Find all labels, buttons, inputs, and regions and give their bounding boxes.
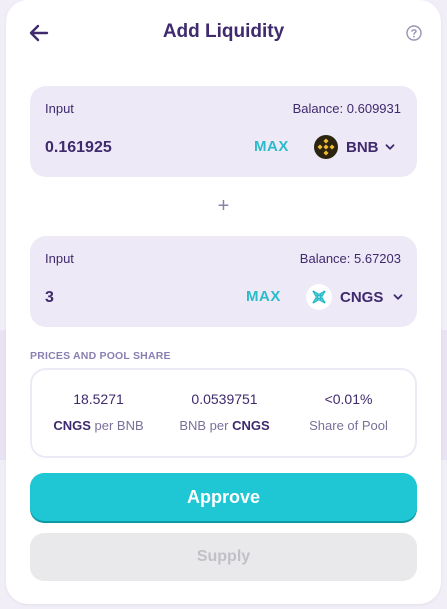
token-name: BNB [346, 138, 379, 156]
help-button[interactable] [405, 24, 423, 42]
chevron-down-icon [385, 144, 394, 150]
amount-input-bnb[interactable] [45, 136, 195, 160]
price-unit: BNB per [179, 418, 233, 433]
token-name: CNGS [53, 418, 91, 433]
supply-button: Supply [30, 533, 417, 581]
page-title: Add Liquidity [162, 21, 285, 42]
question-circle-icon [406, 25, 422, 41]
approve-button[interactable]: Approve [30, 473, 417, 521]
section-title: PRICES AND POOL SHARE [30, 350, 171, 362]
plus-icon: + [217, 195, 230, 217]
price-value: 0.0539751 [191, 391, 258, 407]
price-cngs-per-bnb: 18.5271 CNGS per BNB [32, 370, 165, 456]
add-liquidity-card: Add Liquidity Input Balance: 0.609931 MA… [6, 0, 441, 604]
input-label: Input [45, 101, 74, 116]
max-button[interactable]: MAX [254, 138, 289, 155]
price-value: 18.5271 [73, 391, 124, 407]
input-panel-cngs: Input Balance: 5.67203 MAX CNGS [30, 236, 417, 327]
amount-input-cngs[interactable] [45, 286, 195, 310]
price-unit: per BNB [90, 418, 144, 433]
token-select-bnb[interactable]: BNB [314, 133, 395, 161]
max-button[interactable]: MAX [246, 288, 281, 305]
share-value: <0.01% [324, 391, 373, 407]
pool-share-box: 18.5271 CNGS per BNB 0.0539751 BNB per C… [30, 368, 417, 458]
input-label: Input [45, 251, 74, 266]
chevron-down-icon [393, 294, 403, 300]
price-label: BNB per CNGS [158, 418, 291, 433]
header: Add Liquidity [6, 0, 441, 64]
share-of-pool: <0.01% Share of Pool [282, 370, 415, 456]
cngs-icon [306, 284, 332, 310]
input-panel-bnb: Input Balance: 0.609931 MAX BNB [30, 86, 417, 177]
token-select-cngs[interactable]: CNGS [306, 283, 403, 311]
price-bnb-per-cngs: 0.0539751 BNB per CNGS [158, 370, 291, 456]
share-label: Share of Pool [309, 418, 388, 433]
token-name: CNGS [340, 288, 384, 306]
price-label: CNGS per BNB [32, 418, 165, 433]
bnb-icon [314, 135, 338, 159]
balance-text: Balance: 5.67203 [299, 251, 401, 266]
token-name: CNGS [232, 418, 270, 433]
balance-text: Balance: 0.609931 [292, 101, 401, 116]
